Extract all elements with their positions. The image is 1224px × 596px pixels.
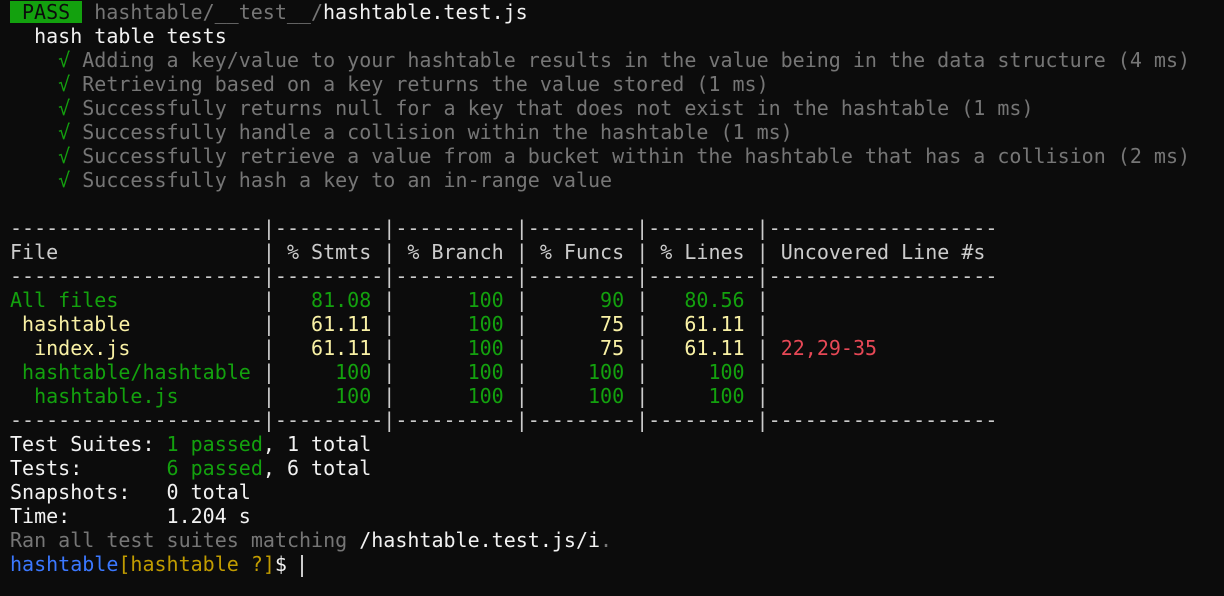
summary-label: Snapshots: [10, 480, 167, 504]
col-funcs-header: % Funcs [527, 240, 637, 264]
coverage-uncovered [769, 312, 998, 336]
coverage-separator: ---------------------|---------|--------… [10, 408, 998, 432]
terminal-window[interactable]: PASS hashtable/__test__/hashtable.test.j… [0, 0, 1224, 596]
test-result-text: Successfully hash a key to an in-range v… [82, 168, 613, 192]
col-lines-header: % Lines [648, 240, 757, 264]
summary-label: Tests: [10, 456, 167, 480]
coverage-stmts: 61.11 [274, 336, 384, 360]
check-icon: √ [58, 48, 71, 72]
test-result: √ Successfully retrieve a value from a b… [10, 144, 1224, 168]
prompt-user: hashtable [10, 552, 119, 576]
coverage-branch: 100 [395, 288, 516, 312]
ran-prefix: Ran all test suites matching [10, 528, 360, 552]
test-result: √ Successfully returns null for a key th… [10, 96, 1224, 120]
ran-pattern: /hashtable.test.js/i [359, 528, 601, 552]
test-path-dir: hashtable/__test__/ [94, 0, 323, 24]
suite-name: hash table tests [10, 24, 1224, 48]
prompt-branch: [hashtable ?] [118, 552, 275, 576]
coverage-row: hashtable.js | 100 | 100 | 100 | 100 | [10, 384, 1224, 408]
test-result-text: Adding a key/value to your hashtable res… [82, 48, 1191, 72]
test-result: √ Adding a key/value to your hashtable r… [10, 48, 1224, 72]
summary-total: , 6 total [262, 456, 372, 480]
coverage-file: hashtable/hashtable [10, 360, 263, 384]
coverage-funcs: 75 [527, 312, 637, 336]
coverage-stmts: 81.08 [274, 288, 384, 312]
coverage-file: index.js [10, 336, 263, 360]
ran-suffix: . [600, 528, 613, 552]
summary-time: Time: 1.204 s [10, 504, 1224, 528]
col-stmts-header: % Stmts [274, 240, 384, 264]
summary-label: Test Suites: [10, 432, 167, 456]
col-branch-header: % Branch [395, 240, 516, 264]
coverage-row: index.js | 61.11 | 100 | 75 | 61.11 | 22… [10, 336, 998, 360]
coverage-lines: 61.11 [648, 312, 757, 336]
summary-passed: 6 passed [166, 456, 263, 480]
coverage-file: hashtable [10, 312, 263, 336]
coverage-lines: 80.56 [648, 288, 757, 312]
summary-total: , 1 total [262, 432, 372, 456]
coverage-funcs: 100 [527, 384, 637, 408]
coverage-branch: 100 [395, 336, 516, 360]
coverage-stmts: 100 [274, 360, 384, 384]
test-result-text: Successfully handle a collision within t… [82, 120, 793, 144]
coverage-branch: 100 [395, 360, 516, 384]
check-icon: √ [58, 72, 71, 96]
coverage-branch: 100 [395, 312, 516, 336]
test-result: √ Successfully handle a collision within… [10, 120, 1224, 144]
coverage-uncovered [769, 288, 998, 312]
coverage-lines: 100 [648, 360, 757, 384]
test-result: √ Retrieving based on a key returns the … [10, 72, 1224, 96]
summary-label: Time: [10, 504, 167, 528]
test-result-text: Successfully retrieve a value from a buc… [82, 144, 1191, 168]
coverage-uncovered [769, 384, 998, 408]
suite-name-text: hash table tests [34, 24, 227, 48]
shell-prompt[interactable]: hashtable[hashtable ?]$ [10, 552, 1224, 577]
coverage-uncovered [769, 360, 998, 384]
coverage-lines: 100 [648, 384, 757, 408]
coverage-funcs: 90 [527, 288, 637, 312]
test-result-text: Retrieving based on a key returns the va… [82, 72, 769, 96]
summary-passed: 1 passed [166, 432, 263, 456]
check-icon: √ [58, 168, 71, 192]
coverage-stmts: 100 [274, 384, 384, 408]
coverage-lines: 61.11 [648, 336, 757, 360]
summary-test-suites: Test Suites: 1 passed, 1 total [10, 432, 1224, 456]
check-icon: √ [58, 144, 71, 168]
coverage-row: hashtable/hashtable | 100 | 100 | 100 | … [10, 360, 1224, 384]
col-file-header: File [10, 240, 263, 264]
pass-badge: PASS [10, 1, 83, 23]
summary-tests: Tests: 6 passed, 6 total [10, 456, 1224, 480]
test-result-text: Successfully returns null for a key that… [82, 96, 1034, 120]
coverage-branch: 100 [395, 384, 516, 408]
coverage-funcs: 75 [527, 336, 637, 360]
summary-value: 0 total [166, 480, 251, 504]
coverage-funcs: 100 [527, 360, 637, 384]
summary-value: 1.204 s [166, 504, 251, 528]
coverage-separator: ---------------------|---------|--------… [10, 216, 998, 240]
cursor-icon[interactable] [301, 554, 304, 577]
coverage-separator: ---------------------|---------|--------… [10, 264, 998, 288]
coverage-file: hashtable.js [10, 384, 263, 408]
coverage-uncovered: 22,29-35 [768, 336, 998, 360]
coverage-file: All files [10, 288, 263, 312]
check-icon: √ [58, 96, 71, 120]
summary-snapshots: Snapshots: 0 total [10, 480, 1224, 504]
coverage-row: All files | 81.08 | 100 | 90 | 80.56 | [10, 288, 1224, 312]
summary-ran: Ran all test suites matching /hashtable.… [10, 528, 1224, 552]
col-uncovered-header: Uncovered Line #s [768, 240, 998, 264]
coverage-header-row: File | % Stmts | % Branch | % Funcs | % … [10, 240, 998, 264]
test-result: √ Successfully hash a key to an in-range… [10, 168, 1224, 192]
coverage-row: hashtable | 61.11 | 100 | 75 | 61.11 | [10, 312, 1224, 336]
prompt-symbol: $ [274, 552, 300, 576]
coverage-stmts: 61.11 [274, 312, 384, 336]
test-file-header: PASS hashtable/__test__/hashtable.test.j… [10, 0, 1224, 24]
check-icon: √ [58, 120, 71, 144]
test-path-file: hashtable.test.js [323, 0, 528, 24]
